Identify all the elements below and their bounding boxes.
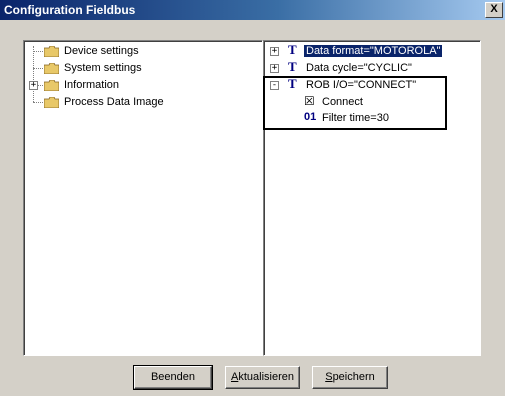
close-button-label: Beenden: [150, 371, 196, 383]
tree-item-label: System settings: [64, 62, 142, 74]
tree-line: [33, 68, 43, 69]
folder-icon: [44, 63, 59, 74]
tree-item-label: Process Data Image: [64, 96, 164, 108]
text-type-icon: T: [288, 59, 297, 74]
tree-item-data-cycle[interactable]: Data cycle="CYCLIC": [306, 60, 412, 76]
window-title: Configuration Fieldbus: [4, 3, 136, 17]
expand-toggle[interactable]: +: [270, 47, 279, 56]
tree-line: [33, 102, 43, 103]
refresh-button[interactable]: Aktualisieren: [225, 366, 300, 389]
highlight-frame: [263, 76, 447, 130]
folder-icon: [44, 80, 59, 91]
tree-line: [33, 51, 43, 52]
tree-item-data-format[interactable]: Data format="MOTOROLA": [304, 43, 443, 59]
refresh-button-label: ktualisieren: [238, 371, 294, 383]
tree-line: [38, 85, 43, 86]
left-tree-pane[interactable]: Device settings System settings + Inform…: [23, 40, 263, 356]
tree-item-label: Data cycle="CYCLIC": [306, 62, 412, 74]
tree-item-label: Data format="MOTOROLA": [304, 45, 443, 57]
save-button-accesskey: S: [325, 371, 333, 383]
save-button-label: peichern: [332, 371, 375, 383]
title-bar[interactable]: Configuration Fieldbus X: [0, 0, 505, 20]
tree-line: [33, 46, 34, 102]
save-button[interactable]: Speichern: [312, 366, 388, 389]
folder-icon: [44, 97, 59, 108]
tree-item-label: Information: [64, 79, 120, 91]
expand-toggle[interactable]: +: [270, 64, 279, 73]
expand-toggle[interactable]: +: [29, 81, 38, 90]
text-type-icon: T: [288, 42, 297, 57]
close-window-button[interactable]: X: [485, 2, 503, 18]
tree-item-label: Device settings: [64, 45, 139, 57]
close-button[interactable]: Beenden: [133, 365, 213, 390]
folder-icon: [44, 46, 59, 57]
